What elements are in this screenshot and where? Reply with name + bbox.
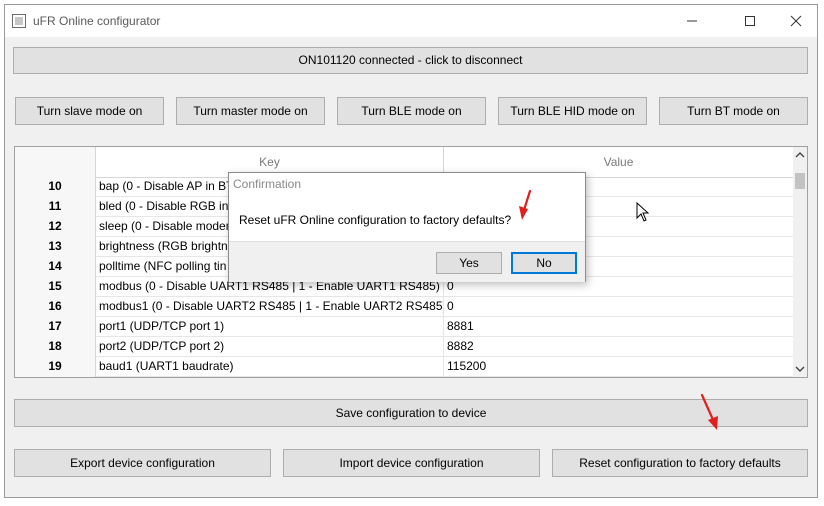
- scroll-thumb[interactable]: [795, 173, 805, 189]
- bt-mode-label: Turn BT mode on: [687, 104, 780, 118]
- row-value[interactable]: 0: [444, 297, 793, 317]
- minimize-button[interactable]: [669, 5, 715, 37]
- row-index: 14: [15, 257, 96, 277]
- row-index: 11: [15, 197, 96, 217]
- chevron-down-icon: [795, 366, 805, 372]
- table-row[interactable]: 17 port1 (UDP/TCP port 1) 8881: [15, 317, 793, 337]
- row-value[interactable]: 8882: [444, 337, 793, 357]
- row-key: port1 (UDP/TCP port 1): [96, 317, 444, 337]
- scroll-up-button[interactable]: [793, 147, 807, 163]
- yes-button[interactable]: Yes: [436, 252, 502, 274]
- app-icon: [12, 14, 26, 28]
- row-index: 10: [15, 177, 96, 197]
- row-value[interactable]: 8881: [444, 317, 793, 337]
- annotation-arrow-icon: [700, 393, 718, 430]
- scroll-down-button[interactable]: [793, 361, 807, 377]
- import-config-button[interactable]: Import device configuration: [283, 449, 540, 477]
- annotation-arrow-icon: [519, 189, 532, 220]
- close-button[interactable]: [773, 5, 819, 37]
- master-mode-label: Turn master mode on: [193, 104, 308, 118]
- minimize-icon: [687, 20, 697, 22]
- ble-mode-label: Turn BLE mode on: [361, 104, 462, 118]
- bt-mode-button[interactable]: Turn BT mode on: [659, 97, 808, 125]
- ble-hid-mode-label: Turn BLE HID mode on: [510, 104, 635, 118]
- reset-config-label: Reset configuration to factory defaults: [579, 456, 781, 470]
- row-index: 17: [15, 317, 96, 337]
- import-config-label: Import device configuration: [339, 456, 484, 470]
- row-index: 16: [15, 297, 96, 317]
- disconnect-button[interactable]: ON101120 connected - click to disconnect: [13, 47, 808, 74]
- export-config-button[interactable]: Export device configuration: [14, 449, 271, 477]
- table-row[interactable]: 16 modbus1 (0 - Disable UART2 RS485 | 1 …: [15, 297, 793, 317]
- maximize-icon: [745, 16, 755, 26]
- slave-mode-label: Turn slave mode on: [36, 104, 143, 118]
- slave-mode-button[interactable]: Turn slave mode on: [15, 97, 164, 125]
- title-bar: uFR Online configurator: [5, 5, 817, 37]
- window-title: uFR Online configurator: [33, 14, 161, 28]
- row-index: 13: [15, 237, 96, 257]
- mouse-cursor-icon: [636, 202, 650, 222]
- maximize-button[interactable]: [727, 5, 773, 37]
- vertical-scrollbar[interactable]: [793, 147, 807, 377]
- row-value[interactable]: 115200: [444, 357, 793, 377]
- reset-config-button[interactable]: Reset configuration to factory defaults: [552, 449, 808, 477]
- row-index: 18: [15, 337, 96, 357]
- export-config-label: Export device configuration: [70, 456, 215, 470]
- disconnect-label: ON101120 connected - click to disconnect: [298, 53, 523, 67]
- row-key: port2 (UDP/TCP port 2): [96, 337, 444, 357]
- master-mode-button[interactable]: Turn master mode on: [176, 97, 325, 125]
- save-config-button[interactable]: Save configuration to device: [14, 399, 808, 427]
- dialog-footer: Yes No: [229, 241, 585, 282]
- save-config-label: Save configuration to device: [335, 406, 487, 420]
- ble-mode-button[interactable]: Turn BLE mode on: [337, 97, 486, 125]
- ble-hid-mode-button[interactable]: Turn BLE HID mode on: [498, 97, 647, 125]
- chevron-up-icon: [795, 152, 805, 158]
- close-icon: [790, 15, 802, 27]
- dialog-title: Confirmation: [233, 177, 302, 191]
- header-index: [15, 147, 96, 177]
- row-index: 12: [15, 217, 96, 237]
- table-row[interactable]: 18 port2 (UDP/TCP port 2) 8882: [15, 337, 793, 357]
- row-key: baud1 (UART1 baudrate): [96, 357, 444, 377]
- no-button[interactable]: No: [511, 252, 577, 274]
- row-key: modbus1 (0 - Disable UART2 RS485 | 1 - E…: [96, 297, 444, 317]
- dialog-message: Reset uFR Online configuration to factor…: [239, 213, 512, 227]
- table-row[interactable]: 19 baud1 (UART1 baudrate) 115200: [15, 357, 793, 377]
- row-index: 15: [15, 277, 96, 297]
- row-index: 19: [15, 357, 96, 377]
